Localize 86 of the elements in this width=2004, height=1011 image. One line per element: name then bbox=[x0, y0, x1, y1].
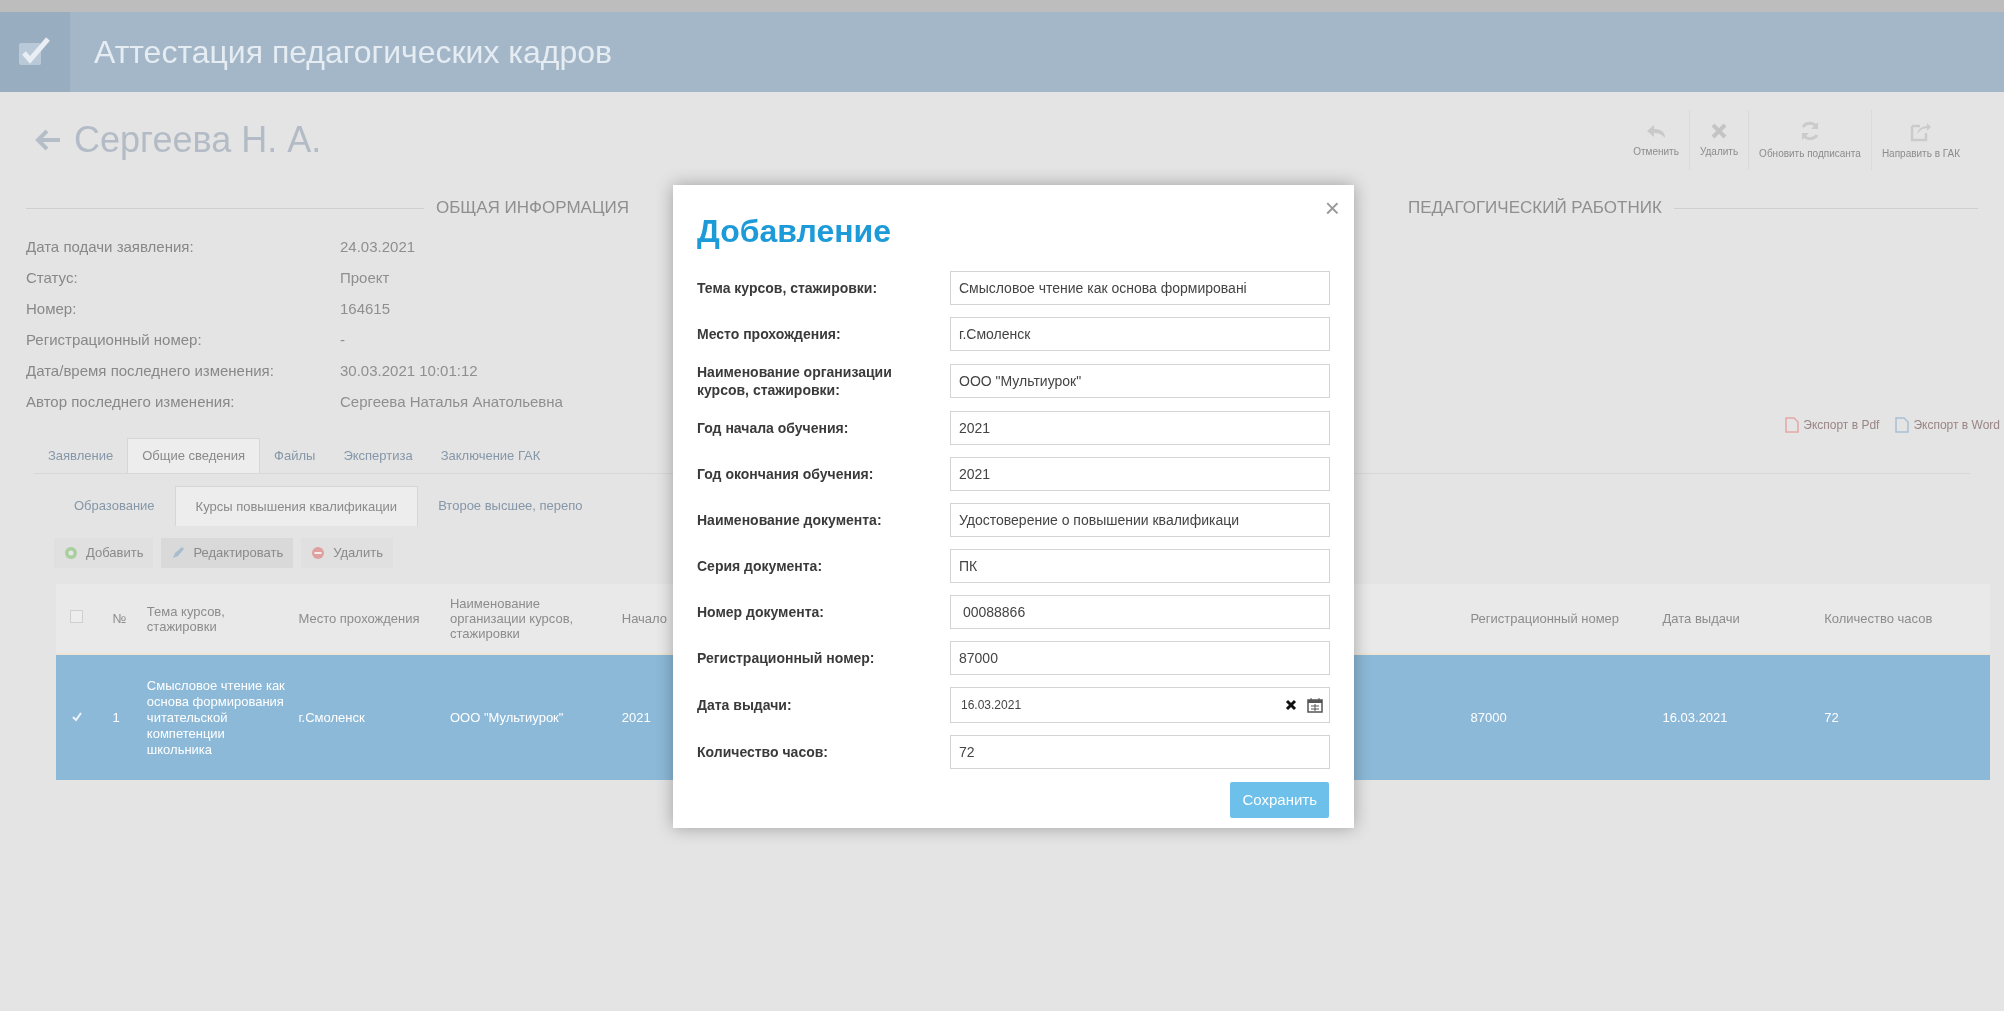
checkmark-logo-icon bbox=[18, 37, 52, 67]
date-field[interactable]: 16.03.2021 bbox=[950, 687, 1330, 723]
save-button[interactable]: Сохранить bbox=[1230, 782, 1329, 818]
field-value: - bbox=[340, 330, 345, 351]
action-button[interactable]: Добавить bbox=[54, 538, 154, 568]
date-input[interactable]: 16.03.2021 bbox=[951, 696, 1285, 714]
pdf-file-icon bbox=[1785, 417, 1800, 433]
column-header[interactable]: Регистрационный номер bbox=[1470, 611, 1651, 626]
text-field[interactable]: 2021 bbox=[950, 411, 1330, 445]
field-label: Наименование документа: bbox=[697, 511, 883, 529]
table-cell-text: ООО "Мультиурок" bbox=[450, 709, 565, 726]
tab[interactable]: Общие сведения bbox=[127, 438, 261, 473]
column-header[interactable]: Дата выдачи bbox=[1662, 611, 1813, 626]
close-button[interactable]: × bbox=[1324, 195, 1340, 221]
refresh-icon bbox=[1799, 119, 1821, 142]
word-file-icon bbox=[1895, 417, 1910, 433]
back-arrow-icon[interactable] bbox=[34, 128, 62, 152]
column-header[interactable]: № bbox=[112, 611, 135, 626]
field-value: 30.03.2021 10:01:12 bbox=[340, 361, 478, 382]
action-button[interactable]: Редактировать bbox=[161, 538, 294, 568]
column-header[interactable]: Количество часов bbox=[1824, 611, 1984, 626]
text-field[interactable]: ПК bbox=[950, 549, 1330, 583]
tab[interactable]: Заявление bbox=[34, 438, 128, 473]
text-field[interactable]: Смысловое чтение как основа формировані bbox=[950, 271, 1330, 305]
export-link[interactable]: Экспорт в Pdf bbox=[1785, 416, 1880, 434]
tab[interactable]: Второе высшее, перепо bbox=[418, 486, 603, 526]
table-cell-text: 16.03.2021 bbox=[1662, 709, 1729, 726]
field-label: Дата подачи заявления: bbox=[26, 237, 195, 258]
checkbox[interactable] bbox=[70, 609, 83, 623]
plus-circle-icon bbox=[64, 546, 78, 560]
app-title: Аттестация педагогических кадров bbox=[94, 33, 613, 72]
toolbar-button[interactable]: Обновить подписанта bbox=[1748, 110, 1871, 170]
tab[interactable]: Файлы bbox=[260, 438, 330, 473]
section-heading: ОБЩАЯ ИНФОРМАЦИЯ bbox=[434, 197, 630, 220]
text-field[interactable]: 00088866 bbox=[950, 595, 1330, 629]
field-label: Номер документа: bbox=[697, 603, 825, 621]
field-label: Год окончания обучения: bbox=[697, 465, 875, 483]
field-label: Наименование организации курсов, стажировки: bbox=[697, 363, 893, 399]
calendar-icon[interactable] bbox=[1307, 697, 1323, 713]
table-cell-text: 1 bbox=[112, 709, 121, 726]
field-label: Статус: bbox=[26, 268, 79, 289]
dialog-title: Добавление bbox=[697, 212, 893, 251]
field-label: Автор последнего изменения: bbox=[26, 392, 236, 413]
text-field[interactable]: 87000 bbox=[950, 641, 1330, 675]
field-value: Сергеева Наталья Анатольевна bbox=[340, 392, 563, 413]
field-label: Место прохождения: bbox=[697, 325, 842, 343]
text-field[interactable]: ООО "Мультиурок" bbox=[950, 364, 1330, 398]
field-label: Количество часов: bbox=[697, 743, 829, 761]
action-button[interactable]: Удалить bbox=[301, 538, 393, 568]
column-header[interactable]: Наименование организации курсов, стажировки bbox=[450, 596, 610, 641]
table-cell-text: 87000 bbox=[1470, 709, 1508, 726]
table-cell-text: Смысловое чтение как основа формирования читательской компетенции школьника bbox=[146, 677, 286, 758]
section-heading: ПЕДАГОГИЧЕСКИЙ РАБОТНИК bbox=[1407, 197, 1663, 220]
column-header[interactable]: Тема курсов, стажировки bbox=[146, 603, 287, 634]
text-field[interactable]: 2021 bbox=[950, 457, 1330, 491]
column-header[interactable]: Место прохождения bbox=[298, 611, 438, 626]
tab[interactable]: Экспертиза bbox=[329, 438, 427, 473]
toolbar-button[interactable]: Удалить bbox=[1688, 110, 1749, 170]
toolbar-button[interactable]: Направить в ГАК bbox=[1870, 110, 1970, 170]
tab[interactable]: Образование bbox=[54, 486, 175, 526]
clear-icon[interactable] bbox=[1285, 699, 1297, 711]
field-label: Номер: bbox=[26, 299, 78, 320]
toolbar-button[interactable]: Отменить bbox=[1623, 110, 1689, 170]
export-link[interactable]: Экспорт в Word bbox=[1895, 416, 2000, 434]
field-label: Регистрационный номер: bbox=[697, 649, 876, 667]
field-label: Год начала обучения: bbox=[697, 419, 850, 437]
field-value: 24.03.2021 bbox=[340, 237, 416, 258]
field-label: Регистрационный номер: bbox=[26, 330, 203, 351]
field-value: Проект bbox=[340, 268, 390, 289]
field-label: Тема курсов, стажировки: bbox=[697, 279, 879, 297]
table-cell-text: г.Смоленск bbox=[298, 709, 366, 726]
text-field[interactable]: 72 bbox=[950, 735, 1330, 769]
tab[interactable]: Заключение ГАК bbox=[426, 438, 555, 473]
field-label: Дата выдачи: bbox=[697, 696, 793, 714]
pencil-icon bbox=[171, 546, 186, 560]
table-cell-text: 72 bbox=[1824, 709, 1840, 726]
field-label: Дата/время последнего изменения: bbox=[26, 361, 275, 382]
close-icon bbox=[1710, 121, 1728, 140]
table-cell-text: 2021 bbox=[621, 709, 652, 726]
field-label: Серия документа: bbox=[697, 557, 824, 575]
tab[interactable]: Курсы повышения квалификации bbox=[174, 486, 419, 526]
text-field[interactable]: Удостоверение о повышении квалификаци bbox=[950, 503, 1330, 537]
minus-circle-icon bbox=[311, 546, 326, 560]
field-value: 164615 bbox=[340, 299, 391, 320]
checkbox[interactable] bbox=[70, 710, 83, 724]
text-field[interactable]: г.Смоленск bbox=[950, 317, 1330, 351]
